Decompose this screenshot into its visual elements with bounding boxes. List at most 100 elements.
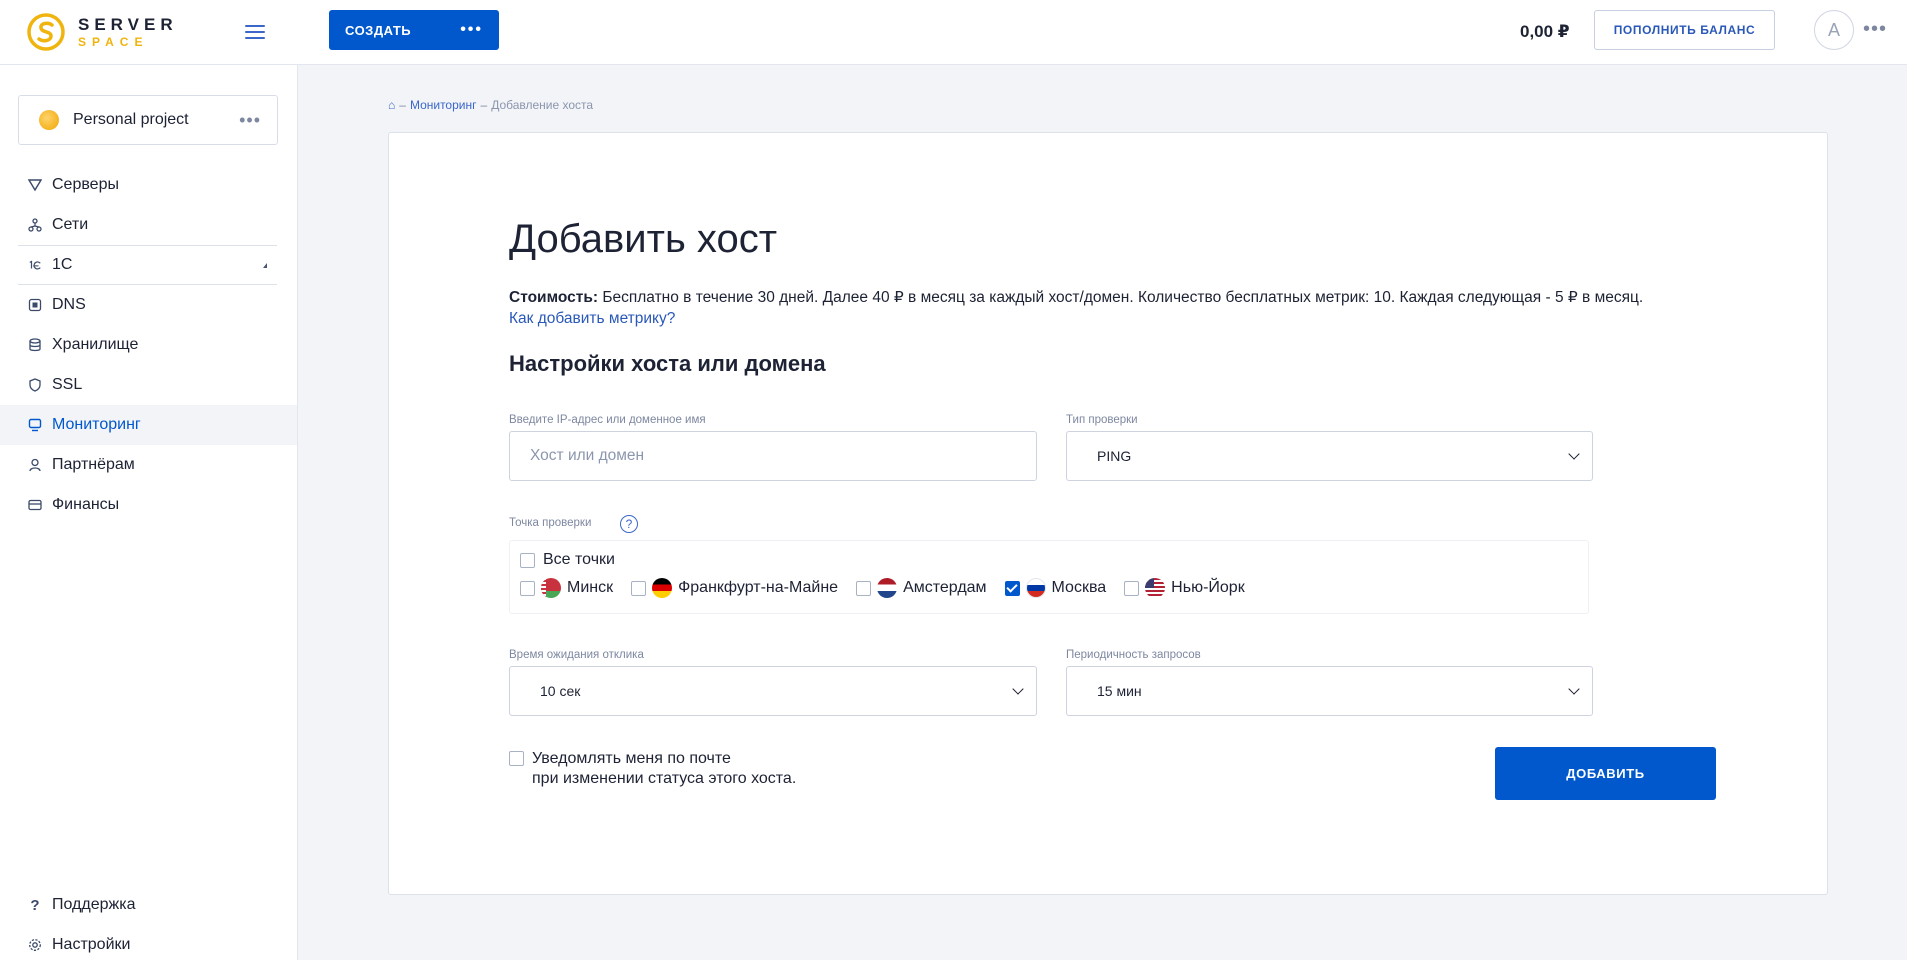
sidebar-bottom-nav: ? Поддержка Настройки bbox=[0, 885, 297, 960]
topup-balance-button[interactable]: ПОПОЛНИТЬ БАЛАНС bbox=[1594, 10, 1775, 50]
page-title: Добавить хост bbox=[509, 217, 778, 261]
interval-select[interactable]: 15 мин bbox=[1066, 666, 1593, 716]
home-icon[interactable]: ⌂ bbox=[388, 98, 395, 112]
ssl-shield-icon bbox=[28, 378, 42, 392]
point-minsk[interactable]: Минск bbox=[520, 578, 613, 598]
create-more-icon[interactable]: ••• bbox=[460, 21, 483, 39]
all-points-label: Все точки bbox=[543, 551, 615, 568]
point-label: Франкфурт-на-Майне bbox=[678, 579, 839, 596]
sidebar-item-partners[interactable]: Партнёрам bbox=[0, 445, 297, 485]
sidebar-item-storage[interactable]: Хранилище bbox=[0, 325, 297, 365]
project-icon bbox=[39, 110, 59, 130]
menu-burger-icon[interactable] bbox=[242, 21, 268, 43]
project-name: Personal project bbox=[73, 111, 189, 128]
point-label: Амстердам bbox=[903, 579, 987, 596]
avatar[interactable]: A bbox=[1814, 10, 1854, 50]
notify-text: Уведомлять меня по почте при изменении с… bbox=[532, 749, 796, 789]
1c-icon bbox=[28, 258, 42, 272]
sidebar-item-label: Партнёрам bbox=[52, 456, 135, 473]
add-host-card: Добавить хост Стоимость: Бесплатно в теч… bbox=[388, 132, 1828, 895]
monitor-icon bbox=[28, 418, 42, 432]
logo-text-bottom: SPACE bbox=[78, 35, 149, 49]
timeout-label: Время ожидания отклика bbox=[509, 649, 644, 661]
sidebar-item-servers[interactable]: Серверы bbox=[0, 165, 297, 205]
sidebar-item-label: DNS bbox=[52, 296, 86, 313]
sidebar-item-dns[interactable]: DNS bbox=[0, 285, 297, 325]
point-checkbox[interactable] bbox=[631, 580, 647, 596]
breadcrumb-separator: – bbox=[480, 98, 488, 112]
sidebar-item-ssl[interactable]: SSL bbox=[0, 365, 297, 405]
logo-text: SERVER SPACE bbox=[78, 16, 178, 48]
interval-label: Периодичность запросов bbox=[1066, 649, 1201, 661]
price-info: Стоимость: Бесплатно в течение 30 дней. … bbox=[509, 288, 1643, 307]
sidebar-item-label: Сети bbox=[52, 216, 89, 233]
check-type-value: PING bbox=[1097, 448, 1132, 464]
header-more-icon[interactable]: ••• bbox=[1863, 18, 1887, 41]
all-points-option[interactable]: Все точки bbox=[520, 551, 615, 569]
sidebar-item-support[interactable]: ? Поддержка bbox=[0, 885, 297, 925]
sidebar-item-label: Мониторинг bbox=[52, 416, 141, 433]
logo-text-top: SERVER bbox=[78, 15, 178, 34]
point-checkbox[interactable] bbox=[520, 580, 535, 596]
partner-icon bbox=[28, 458, 42, 472]
point-frankfurt[interactable]: Франкфурт-на-Майне bbox=[631, 578, 838, 598]
timeout-value: 10 сек bbox=[540, 683, 581, 699]
point-label: Москва bbox=[1051, 579, 1107, 596]
sidebar-item-label: Поддержка bbox=[52, 896, 136, 913]
logo-icon bbox=[27, 13, 65, 51]
balance-amount: 0,00 ₽ bbox=[1520, 22, 1570, 41]
project-selector[interactable]: Personal project ••• bbox=[18, 95, 278, 145]
card-icon bbox=[28, 498, 42, 512]
check-type-select[interactable]: PING bbox=[1066, 431, 1593, 481]
price-label: Стоимость: bbox=[509, 289, 599, 306]
timeout-select[interactable]: 10 сек bbox=[509, 666, 1037, 716]
breadcrumb-monitoring[interactable]: Мониторинг bbox=[410, 98, 477, 112]
servers-icon bbox=[28, 178, 42, 192]
add-host-button[interactable]: ДОБАВИТЬ bbox=[1495, 747, 1716, 800]
germany-flag-icon bbox=[652, 578, 673, 598]
sidebar-item-networks[interactable]: Сети bbox=[0, 205, 297, 245]
create-button-label: СОЗДАТЬ bbox=[345, 22, 412, 38]
check-points-group: Все точки Минск Франкфурт-на-Майне Амсте… bbox=[509, 540, 1589, 614]
sidebar-item-1c[interactable]: 1С bbox=[18, 245, 277, 285]
question-help-icon[interactable]: ? bbox=[620, 515, 638, 533]
point-checkbox[interactable] bbox=[856, 580, 872, 596]
russia-flag-icon bbox=[1025, 578, 1046, 598]
sidebar-item-label: Серверы bbox=[52, 176, 119, 193]
interval-value: 15 мин bbox=[1097, 683, 1142, 699]
sidebar-item-label: Хранилище bbox=[52, 336, 139, 353]
chevron-down-icon bbox=[1568, 448, 1580, 460]
point-checkbox-checked[interactable] bbox=[1004, 580, 1020, 596]
sidebar: Personal project ••• Серверы Сети 1С DNS… bbox=[0, 65, 298, 960]
breadcrumb: ⌂ – Мониторинг – Добавление хоста bbox=[388, 98, 593, 112]
network-icon bbox=[28, 218, 42, 232]
how-to-add-metric-link[interactable]: Как добавить метрику? bbox=[509, 310, 675, 328]
sidebar-item-label: 1С bbox=[52, 256, 73, 273]
storage-icon bbox=[28, 338, 42, 352]
top-bar: SERVER SPACE СОЗДАТЬ ••• 0,00 ₽ ПОПОЛНИТ… bbox=[0, 0, 1907, 65]
point-checkbox[interactable] bbox=[1124, 580, 1140, 596]
project-more-icon[interactable]: ••• bbox=[239, 110, 261, 131]
all-points-checkbox[interactable] bbox=[520, 552, 535, 568]
notify-option[interactable]: Уведомлять меня по почте при изменении с… bbox=[509, 749, 796, 789]
expand-caret-icon[interactable] bbox=[263, 263, 267, 268]
logo[interactable]: SERVER SPACE bbox=[26, 10, 186, 54]
point-amsterdam[interactable]: Амстердам bbox=[856, 578, 987, 598]
sidebar-item-monitoring[interactable]: Мониторинг bbox=[0, 405, 297, 445]
point-moscow[interactable]: Москва bbox=[1004, 578, 1107, 598]
create-button[interactable]: СОЗДАТЬ ••• bbox=[329, 10, 499, 50]
belarus-flag-icon bbox=[541, 578, 561, 598]
notify-line-2: при изменении статуса этого хоста. bbox=[532, 770, 797, 787]
sidebar-item-settings[interactable]: Настройки bbox=[0, 925, 297, 960]
point-new-york[interactable]: Нью-Йорк bbox=[1124, 578, 1245, 598]
host-input[interactable]: Хост или домен bbox=[509, 431, 1037, 481]
point-label: Минск bbox=[567, 579, 614, 596]
chevron-down-icon bbox=[1012, 683, 1024, 695]
check-type-label: Тип проверки bbox=[1066, 414, 1138, 426]
sidebar-item-finance[interactable]: Финансы bbox=[0, 485, 297, 525]
notify-checkbox[interactable] bbox=[509, 751, 524, 766]
price-text: Бесплатно в течение 30 дней. Далее 40 ₽ … bbox=[598, 289, 1644, 306]
points-row: Минск Франкфурт-на-Майне Амстердам Москв… bbox=[520, 578, 1263, 598]
gear-icon bbox=[28, 938, 42, 952]
chevron-down-icon bbox=[1568, 683, 1580, 695]
